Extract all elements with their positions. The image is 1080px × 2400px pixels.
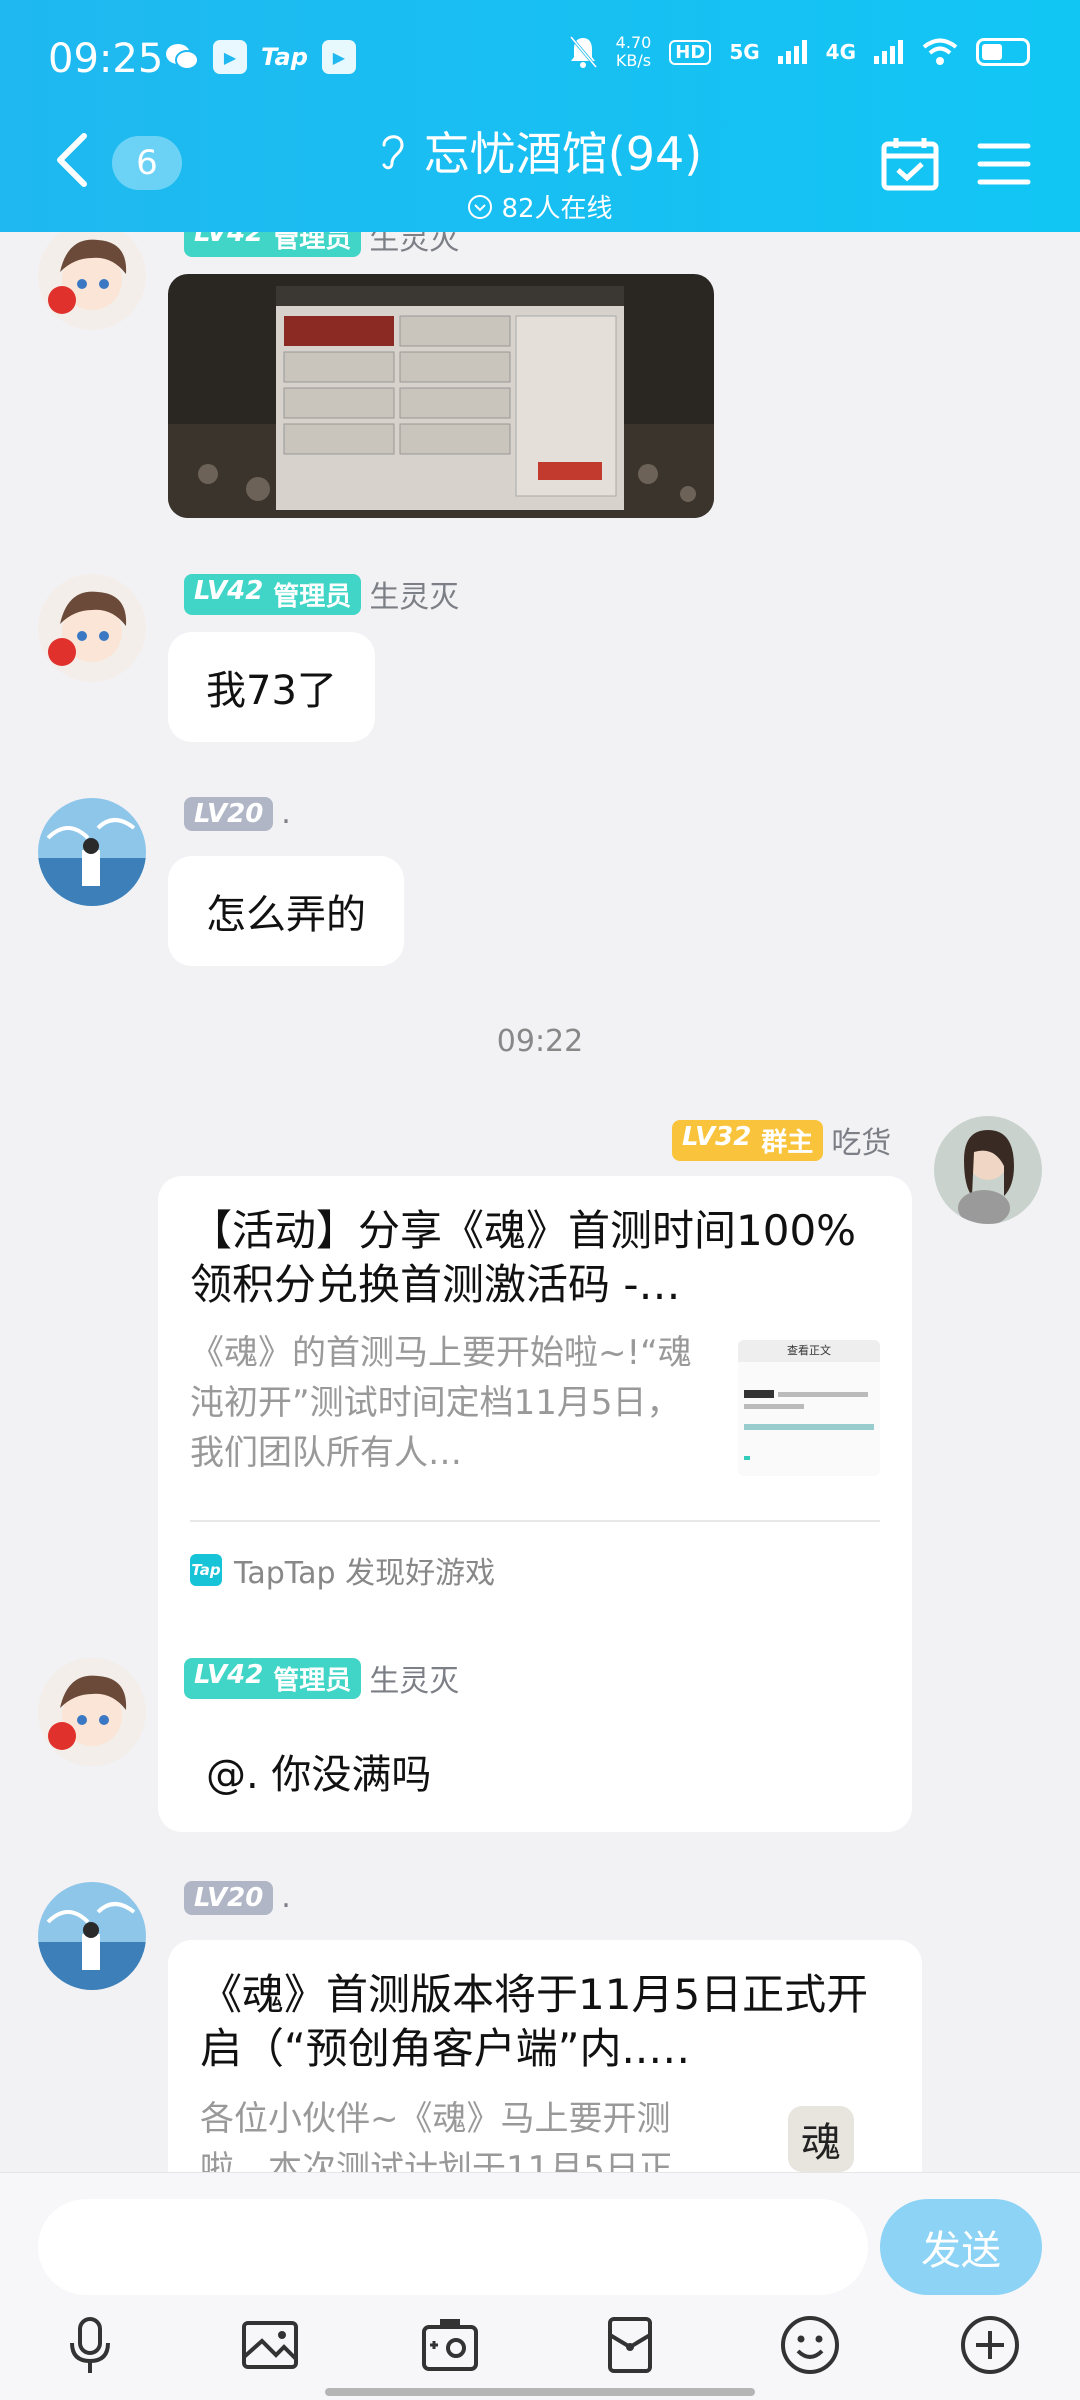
input-bar: 发送 [0, 2172, 1080, 2400]
source-text: TapTap 发现好游戏 [234, 1556, 496, 1591]
level-badge: LV42 管理员 [184, 573, 362, 615]
nickname[interactable]: 生灵灭 [369, 232, 459, 258]
message-meta: LV42 管理员 生灵灭 [184, 572, 459, 616]
card-source: Tap TapTap 发现好游戏 [190, 1548, 495, 1592]
message-meta: LV20 . [184, 1880, 291, 1915]
speed-unit: KB/s [615, 51, 652, 70]
menu-icon[interactable] [974, 134, 1034, 194]
microphone-icon[interactable] [58, 2313, 122, 2377]
status-bar: 09:25 ▶ Tap ▶ 4.70 KB/s HD 5G 4G [0, 30, 1080, 90]
message-bubble[interactable]: 怎么弄的 [168, 856, 404, 966]
hd-badge: HD [669, 39, 712, 65]
card-description: 各位小伙伴~《魂》马上要开测啦，本次测试计划于11月5日正… [200, 2099, 707, 2172]
avatar-owner[interactable] [934, 1116, 1042, 1224]
signal-icon-2 [874, 40, 903, 64]
speed-value: 4.70 [615, 33, 652, 52]
level-text: LV42 [194, 232, 264, 248]
nickname[interactable]: 吃货 [831, 1118, 891, 1162]
notification-icons: ▶ Tap ▶ [165, 40, 356, 74]
ear-icon [382, 135, 404, 170]
card-divider [190, 1520, 880, 1522]
taptap-icon: Tap [190, 1554, 222, 1586]
time-separator: 09:22 [496, 1024, 584, 1059]
level-text: LV32 [682, 1121, 752, 1152]
message-meta: LV42 管理员 生灵灭 [184, 232, 459, 258]
level-badge: LV32 群主 [672, 1119, 824, 1161]
level-badge: LV42 管理员 [184, 1657, 362, 1699]
red-packet-icon[interactable] [598, 2313, 662, 2377]
image-message[interactable] [168, 274, 714, 518]
nickname[interactable]: 生灵灭 [369, 572, 459, 616]
level-text: LV42 [194, 1659, 264, 1690]
avatar-admin[interactable] [38, 1658, 146, 1766]
send-button[interactable]: 发送 [880, 2199, 1042, 2295]
calendar-check-icon[interactable] [880, 134, 940, 194]
input-toolbar [0, 2313, 1080, 2383]
level-badge: LV20 [184, 796, 274, 831]
game-icon: 魂 [788, 2106, 854, 2172]
message-meta: LV32 群主 吃货 [672, 1118, 891, 1162]
mute-bell-icon [569, 36, 597, 68]
emoji-icon[interactable] [778, 2313, 842, 2377]
tencent-video-icon: ▶ [321, 40, 356, 74]
home-indicator[interactable] [325, 2388, 755, 2396]
role-text: 管理员 [273, 581, 352, 612]
message-meta: LV42 管理员 生灵灭 [184, 1656, 459, 1700]
nickname[interactable]: . [281, 796, 291, 831]
level-badge: LV42 管理员 [184, 232, 362, 257]
group-title: 忘忧酒馆(94) [378, 118, 702, 184]
avatar-user[interactable] [38, 798, 146, 906]
status-right: 4.70 KB/s HD 5G 4G [568, 34, 1030, 70]
level-text: LV42 [194, 575, 264, 606]
message-meta: LV20 . [184, 796, 291, 831]
network-speed: 4.70 KB/s [616, 34, 652, 70]
role-text: 管理员 [273, 1665, 352, 1696]
network-5g: 5G [729, 40, 760, 64]
avatar-admin[interactable] [38, 574, 146, 682]
message-input[interactable] [38, 2199, 868, 2295]
card-title: 《魂》首测版本将于11月5日正式开启（“预创角客户端”内..… [200, 1970, 869, 2073]
tap-icon: Tap [261, 43, 308, 71]
wechat-icon [166, 44, 199, 70]
signal-icon [777, 40, 807, 64]
youku-icon: ▶ [213, 40, 247, 74]
avatar-user[interactable] [38, 1882, 146, 1990]
shared-link-card[interactable]: 《魂》首测版本将于11月5日正式开启（“预创角客户端”内..… 各位小伙伴~《魂… [168, 1940, 922, 2172]
message-bubble[interactable]: @. 你没满吗 [168, 1716, 470, 1826]
card-title: 【活动】分享《魂》首测时间100%领积分兑换首测激活码 -… [190, 1206, 857, 1309]
network-4g: 4G [825, 40, 856, 64]
role-text: 群主 [761, 1127, 814, 1158]
nickname[interactable]: . [281, 1880, 291, 1915]
battery-icon [976, 38, 1030, 66]
card-description: 《魂》的首测马上要开始啦~!“魂沌初开”测试时间定档11月5日，我们团队所有人… [190, 1333, 692, 1473]
online-count: 82人在线 [467, 188, 613, 225]
nickname[interactable]: 生灵灭 [369, 1656, 459, 1700]
online-text: 82人在线 [501, 194, 613, 224]
thumbnail-caption: 查看正文 [787, 1344, 831, 1357]
wifi-icon [922, 38, 958, 65]
level-badge: LV20 [184, 1880, 274, 1915]
image-icon[interactable] [238, 2313, 302, 2377]
card-thumbnail: 查看正文 [738, 1340, 880, 1476]
message-bubble[interactable]: 我73了 [168, 632, 375, 742]
group-name: 忘忧酒馆(94) [423, 127, 703, 181]
role-text: 管理员 [273, 232, 352, 254]
status-time: 09:25 [48, 36, 164, 82]
top-header: 09:25 ▶ Tap ▶ 4.70 KB/s HD 5G 4G 6 忘忧酒馆(9… [0, 0, 1080, 232]
plus-icon[interactable] [958, 2313, 1022, 2377]
chat-messages[interactable]: LV42 管理员 生灵灭 LV42 管理员 生灵灭 我73了 LV20 . 怎么… [0, 232, 1080, 2172]
camera-icon[interactable] [418, 2313, 482, 2377]
avatar-admin[interactable] [38, 232, 146, 330]
chevron-circle-icon [468, 194, 493, 219]
